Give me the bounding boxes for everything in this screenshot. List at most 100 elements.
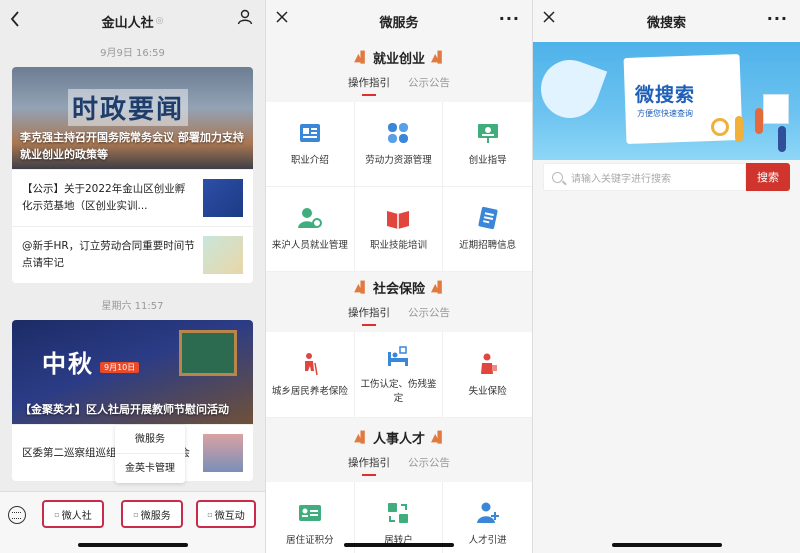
chat-top-bar: 金山人社 ◎ <box>0 0 265 42</box>
close-icon[interactable] <box>276 11 288 23</box>
add-person-icon <box>476 502 499 523</box>
service-item[interactable]: 失业保险 <box>443 332 532 418</box>
section-title: 社会保险 <box>372 282 425 297</box>
list-item[interactable]: 【公示】关于2022年金山区创业孵化示范基地（区创业实训... <box>12 169 253 226</box>
verified-icon: ◎ <box>155 16 164 26</box>
hero-banner-text: 中秋 <box>42 350 94 378</box>
section-header: ▲▌ 就业创业 ▲▌ 操作指引 公示公告 <box>266 42 532 96</box>
service-item-label: 职业技能培训 <box>369 240 427 251</box>
tab-guide[interactable]: 操作指引 <box>348 455 390 476</box>
title-decoration-icon: ▲▌ <box>431 431 446 444</box>
more-icon[interactable]: ··· <box>767 9 788 28</box>
service-top-bar: 微服务 ··· <box>266 0 532 42</box>
service-item[interactable]: 创业指导 <box>443 102 532 187</box>
hero-banner-text: 时政要闻 <box>68 89 189 126</box>
profile-icon[interactable] <box>237 9 253 25</box>
service-item[interactable]: 人才引进 <box>443 482 532 553</box>
menu-button-service[interactable]: ▫ 微服务 <box>121 500 183 528</box>
more-icon[interactable]: ··· <box>499 9 520 28</box>
panel-official-account-chat: 金山人社 ◎ 9月9日 16:59 时政要闻 李克强主持召开国务院常务会议 部署… <box>0 0 266 553</box>
section-header: ▲▌ 人事人才 ▲▌ 操作指引 公示公告 <box>266 418 532 476</box>
presentation-icon <box>477 124 498 143</box>
tab-announcement[interactable]: 公示公告 <box>408 455 450 476</box>
thumbnail-image <box>203 434 243 472</box>
section-title: 就业创业 <box>372 52 425 67</box>
hero-article[interactable]: 中秋 9月10日 【金聚英才】区人社局开展教师节慰问活动 <box>12 320 253 424</box>
close-icon[interactable] <box>543 11 555 23</box>
submenu-item-service[interactable]: 微服务 <box>115 425 185 454</box>
service-item[interactable]: 工伤认定、伤残鉴定 <box>354 332 444 418</box>
menu-button-label: 微服务 <box>140 510 171 522</box>
home-indicator <box>77 543 188 547</box>
keyboard-icon[interactable] <box>8 506 26 524</box>
home-indicator <box>344 543 454 547</box>
list-item[interactable]: @新手HR，订立劳动合同重要时间节点请牢记 <box>12 226 253 283</box>
search-placeholder: 请输入关键字进行搜索 <box>571 173 671 185</box>
menu-button-label: 微人社 <box>61 510 92 522</box>
back-arrow-icon[interactable] <box>10 11 20 27</box>
elderly-person-icon <box>304 352 318 375</box>
home-indicator <box>611 543 722 547</box>
submenu-popup: 微服务 金英卡管理 <box>115 425 185 483</box>
article-card[interactable]: 时政要闻 李克强主持召开国务院常务会议 部署加力支持就业创业的政策等 【公示】关… <box>12 67 253 283</box>
search-input[interactable]: 请输入关键字进行搜索 <box>543 163 746 191</box>
service-item[interactable]: 职业技能培训 <box>354 187 444 272</box>
service-item-label: 劳动力资源管理 <box>365 155 432 166</box>
message-timestamp: 9月9日 16:59 <box>100 48 165 59</box>
service-item-label: 工伤认定、伤残鉴定 <box>360 378 437 404</box>
search-banner: 微搜索 方便您快速查询 <box>533 42 800 160</box>
service-item-label: 来沪人员就业管理 <box>271 240 348 251</box>
banner-subtitle: 方便您快速查询 <box>637 109 693 118</box>
page-title: 微搜索 <box>646 15 686 31</box>
person-illustration <box>735 116 743 142</box>
magnifier-illustration <box>711 118 729 136</box>
service-item-label: 城乡居民养老保险 <box>271 385 348 397</box>
panel-micro-service: 微服务 ··· ▲▌ 就业创业 ▲▌ 操作指引 公示公告 职业介绍 劳动力资源管… <box>266 0 533 553</box>
service-item[interactable]: 城乡居民养老保险 <box>266 332 355 418</box>
paper-curl-illustration <box>533 51 608 127</box>
tab-guide[interactable]: 操作指引 <box>348 75 390 96</box>
service-item[interactable]: 居住证积分 <box>266 482 355 553</box>
four-squares-icon <box>388 123 409 143</box>
service-grid: 城乡居民养老保险 工伤认定、伤残鉴定 失业保险 <box>266 332 532 418</box>
message-timestamp: 星期六 11:57 <box>101 301 164 312</box>
service-item[interactable]: 劳动力资源管理 <box>354 102 444 187</box>
hospital-bed-icon <box>388 345 409 366</box>
date-tag: 9月10日 <box>100 362 140 373</box>
person-illustration <box>755 108 763 134</box>
service-item-label: 失业保险 <box>468 385 507 397</box>
worker-icon <box>480 353 497 374</box>
menu-button-social[interactable]: ▫ 微人社 <box>42 500 104 528</box>
service-item-label: 创业指导 <box>468 155 507 166</box>
menu-button-label: 微互动 <box>214 510 245 522</box>
title-decoration-icon: ▲▌ <box>354 51 369 64</box>
panel-micro-search: 微搜索 ··· 微搜索 方便您快速查询 请输入关键字进行搜索 搜索 <box>533 0 800 553</box>
hero-article[interactable]: 时政要闻 李克强主持召开国务院常务会议 部署加力支持就业创业的政策等 <box>12 67 253 169</box>
search-bar: 请输入关键字进行搜索 搜索 <box>543 163 790 191</box>
person-gear-icon <box>297 208 322 228</box>
tab-announcement[interactable]: 公示公告 <box>408 305 450 326</box>
service-item[interactable]: 来沪人员就业管理 <box>266 187 355 272</box>
service-item-label: 居住证积分 <box>286 535 334 546</box>
id-card-icon <box>298 505 321 521</box>
service-item-label: 职业介绍 <box>290 155 329 166</box>
menu-dot-icon: ▫ <box>133 509 139 519</box>
menu-dot-icon: ▫ <box>54 509 60 519</box>
search-button[interactable]: 搜索 <box>746 163 790 191</box>
service-grid: 职业介绍 劳动力资源管理 创业指导 来沪人员就业管理 职业技能培训 近期招聘信息 <box>266 102 532 272</box>
banner-title: 微搜索 <box>635 84 696 106</box>
submenu-item-card-management[interactable]: 金英卡管理 <box>115 454 185 483</box>
transfer-icon <box>388 503 409 523</box>
blackboard-illustration <box>179 330 237 376</box>
page-title: 微服务 <box>379 15 419 31</box>
service-item[interactable]: 近期招聘信息 <box>443 187 532 272</box>
thumbnail-image <box>203 179 243 217</box>
menu-dot-icon: ▫ <box>207 509 213 519</box>
title-decoration-icon: ▲▌ <box>354 281 369 294</box>
tab-guide[interactable]: 操作指引 <box>348 305 390 326</box>
hero-article-title: 【金聚英才】区人社局开展教师节慰问活动 <box>20 403 229 416</box>
service-item[interactable]: 职业介绍 <box>266 102 355 187</box>
tab-announcement[interactable]: 公示公告 <box>408 75 450 96</box>
menu-button-interact[interactable]: ▫ 微互动 <box>196 500 256 528</box>
hero-article-title: 李克强主持召开国务院常务会议 部署加力支持就业创业的政策等 <box>20 131 244 161</box>
